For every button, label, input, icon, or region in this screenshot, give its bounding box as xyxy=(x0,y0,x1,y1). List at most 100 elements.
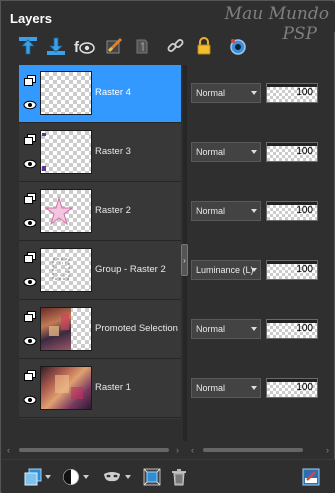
scrollbar-thumb[interactable] xyxy=(19,448,169,452)
eye-icon[interactable] xyxy=(23,218,37,228)
chevron-down-icon xyxy=(251,327,257,331)
opacity-field[interactable]: 100 xyxy=(266,378,318,398)
pane-splitter[interactable]: › xyxy=(181,244,188,276)
opacity-field[interactable]: 100 xyxy=(266,319,318,339)
layer-name: Raster 4 xyxy=(95,87,131,98)
delete-icon xyxy=(172,469,186,486)
mask-button[interactable] xyxy=(102,466,131,488)
new-mask-icon xyxy=(63,469,79,485)
opacity-value: 100 xyxy=(296,146,313,157)
layer-row[interactable]: Raster 2 xyxy=(19,183,181,241)
layer-thumbnail xyxy=(40,130,92,174)
blend-mode-select[interactable]: Normal xyxy=(191,319,261,339)
layer-name: Raster 1 xyxy=(95,382,131,393)
scroll-right-icon[interactable]: › xyxy=(326,445,329,455)
chevron-down-icon xyxy=(251,386,257,390)
chevron-down-icon xyxy=(45,475,51,479)
layer-thumbnail xyxy=(40,189,92,233)
visibility-toggle-icon[interactable]: f xyxy=(73,35,95,57)
lock-transparency-icon[interactable] xyxy=(131,35,153,57)
layer-name: Group - Raster 2 xyxy=(95,264,166,275)
blend-mode-value: Normal xyxy=(196,147,226,157)
edit-mode-icon xyxy=(302,468,320,486)
merge-button[interactable] xyxy=(143,466,161,488)
layer-thumbnail xyxy=(40,366,92,410)
blend-mode-select[interactable]: Normal xyxy=(191,201,261,221)
new-layer-icon xyxy=(24,468,42,486)
layer-thumbnail xyxy=(40,307,92,351)
group-thumbnail-icon xyxy=(52,258,70,280)
blend-mode-select[interactable]: Normal xyxy=(191,378,261,398)
eye-icon[interactable] xyxy=(23,277,37,287)
svg-text:f: f xyxy=(74,39,80,56)
lock-icon[interactable] xyxy=(193,35,215,57)
title-bar[interactable]: Layers Mau Mundo PSP xyxy=(2,2,335,44)
raster-layer-icon xyxy=(24,370,36,381)
opacity-value: 100 xyxy=(296,205,313,216)
opacity-field[interactable]: 100 xyxy=(266,142,318,162)
layer-name: Raster 3 xyxy=(95,146,131,157)
layer-row[interactable]: Group - Raster 2 xyxy=(19,242,181,300)
raster-layer-icon xyxy=(24,134,36,145)
star-thumbnail-icon xyxy=(44,196,74,226)
scrollbar-thumb[interactable] xyxy=(203,448,303,452)
layer-row[interactable]: Raster 1 xyxy=(19,360,181,418)
move-down-icon[interactable] xyxy=(45,35,67,57)
panel-title: Layers xyxy=(10,11,52,26)
edit-mode-button[interactable] xyxy=(302,466,320,488)
layer-row[interactable]: Raster 4 xyxy=(19,65,181,123)
mask-icon xyxy=(104,472,120,482)
layer-row[interactable]: Promoted Selection xyxy=(19,301,181,359)
move-up-icon[interactable] xyxy=(17,35,39,57)
layer-thumbnail xyxy=(40,248,92,292)
scroll-left-icon[interactable]: ‹ xyxy=(191,445,194,455)
bottom-toolbar xyxy=(2,459,335,493)
properties-hscrollbar[interactable]: ‹ › xyxy=(189,445,331,455)
chevron-down-icon xyxy=(251,150,257,154)
blend-mode-value: Normal xyxy=(196,206,226,216)
link-icon[interactable] xyxy=(165,35,187,57)
scroll-right-icon[interactable]: › xyxy=(176,445,179,455)
new-layer-button[interactable] xyxy=(24,466,51,488)
chevron-down-icon xyxy=(83,475,89,479)
blend-mode-value: Normal xyxy=(196,88,226,98)
opacity-field[interactable]: 100 xyxy=(266,260,318,280)
layer-row[interactable]: Raster 3 xyxy=(19,124,181,182)
chevron-down-icon xyxy=(251,91,257,95)
blend-mode-value: Normal xyxy=(196,324,226,334)
opacity-field[interactable]: 100 xyxy=(266,201,318,221)
eye-icon[interactable] xyxy=(23,159,37,169)
layer-name: Raster 2 xyxy=(95,205,131,216)
opacity-value: 100 xyxy=(296,87,313,98)
layer-name: Promoted Selection xyxy=(95,323,178,334)
layer-list-hscrollbar[interactable]: ‹ › xyxy=(5,445,181,455)
layer-properties-pane xyxy=(188,65,331,419)
opacity-value: 100 xyxy=(296,382,313,393)
eye-icon[interactable] xyxy=(23,100,37,110)
chevron-down-icon xyxy=(125,475,131,479)
merge-icon xyxy=(143,468,161,486)
blend-mode-select[interactable]: Normal xyxy=(191,142,261,162)
eye-icon[interactable] xyxy=(23,336,37,346)
delete-layer-button[interactable] xyxy=(171,466,187,488)
blend-mode-value: Luminance (L) xyxy=(196,265,254,275)
opacity-field[interactable]: 100 xyxy=(266,83,318,103)
blend-mode-value: Normal xyxy=(196,383,226,393)
blend-mode-select[interactable]: Luminance (L) xyxy=(191,260,261,280)
blend-mode-select[interactable]: Normal xyxy=(191,83,261,103)
raster-layer-icon xyxy=(24,75,36,86)
scroll-left-icon[interactable]: ‹ xyxy=(7,445,10,455)
opacity-value: 100 xyxy=(296,323,313,334)
view-icon[interactable] xyxy=(227,35,249,57)
watermark-line-1: Mau Mundo xyxy=(224,4,329,24)
layer-thumbnail xyxy=(40,71,92,115)
eye-icon[interactable] xyxy=(23,395,37,405)
layers-toolbar: f xyxy=(13,35,333,61)
chevron-down-icon xyxy=(251,268,257,272)
layers-panel: Layers Mau Mundo PSP f Raster 4 Raster 3… xyxy=(0,0,335,493)
brush-icon[interactable] xyxy=(103,35,125,57)
chevron-down-icon xyxy=(251,209,257,213)
raster-layer-icon xyxy=(24,193,36,204)
group-layer-icon xyxy=(24,252,36,263)
new-mask-button[interactable] xyxy=(62,466,89,488)
